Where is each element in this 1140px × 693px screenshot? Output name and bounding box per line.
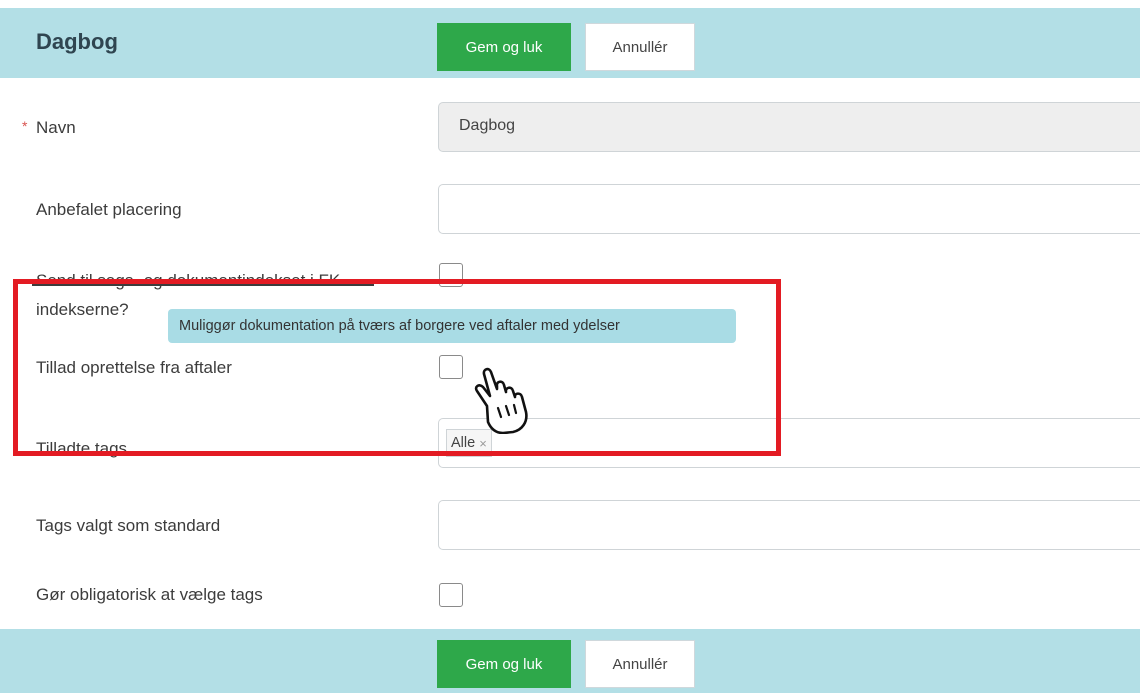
mandatory-tags-checkbox[interactable] (439, 583, 463, 607)
footer-cancel-button[interactable]: Annullér (585, 640, 695, 688)
required-marker: * (22, 118, 28, 134)
footer-save-and-close-button[interactable]: Gem og luk (437, 640, 571, 688)
name-label: Navn (36, 118, 76, 137)
name-value: Dagbog (459, 117, 516, 134)
name-field[interactable]: Dagbog (438, 102, 1140, 152)
default-tags-field[interactable] (438, 500, 1140, 550)
mandatory-tags-label: Gør obligatorisk at vælge tags (36, 585, 263, 604)
default-tags-label: Tags valgt som standard (36, 516, 221, 535)
cancel-button[interactable]: Annullér (585, 23, 695, 71)
page-title: Dagbog (36, 29, 118, 54)
placement-label: Anbefalet placering (36, 200, 182, 219)
highlight-frame (13, 279, 781, 456)
placement-field[interactable] (438, 184, 1140, 234)
hand-pointer-cursor-icon (474, 367, 528, 434)
save-and-close-button[interactable]: Gem og luk (437, 23, 571, 71)
